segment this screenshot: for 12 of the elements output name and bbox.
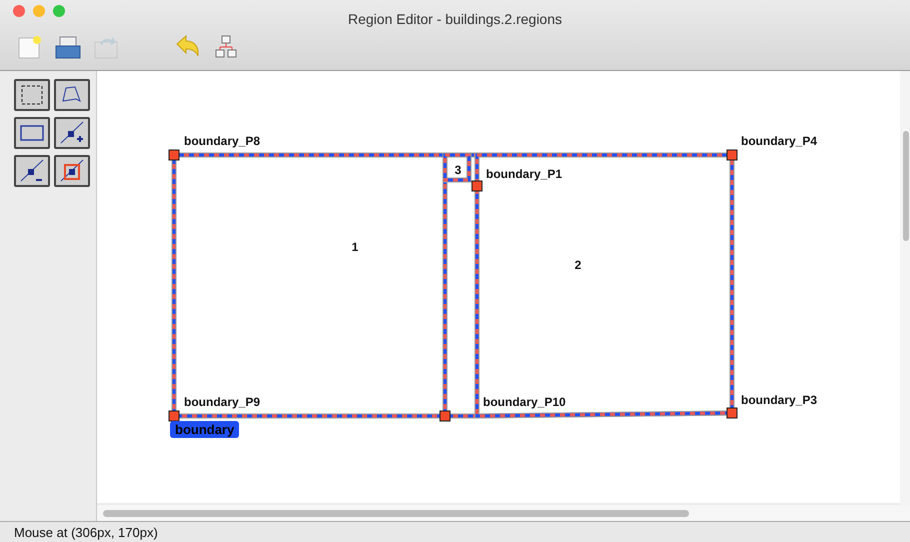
point-label: boundary_P3	[741, 393, 818, 407]
region-label: 3	[454, 163, 462, 177]
window-title: Region Editor - buildings.2.regions	[348, 11, 562, 27]
region-label: 2	[574, 258, 582, 272]
point-label: boundary_P8	[184, 134, 260, 148]
point-label: boundary_P1	[486, 167, 562, 181]
selection-tag: boundary	[170, 421, 240, 438]
region-label: 1	[352, 240, 358, 254]
status-text: Mouse at (306px, 170px)	[14, 524, 158, 540]
point-label: boundary_P10	[483, 395, 566, 409]
point-label: boundary_P9	[184, 395, 260, 409]
point-label: boundary_P4	[741, 134, 818, 148]
